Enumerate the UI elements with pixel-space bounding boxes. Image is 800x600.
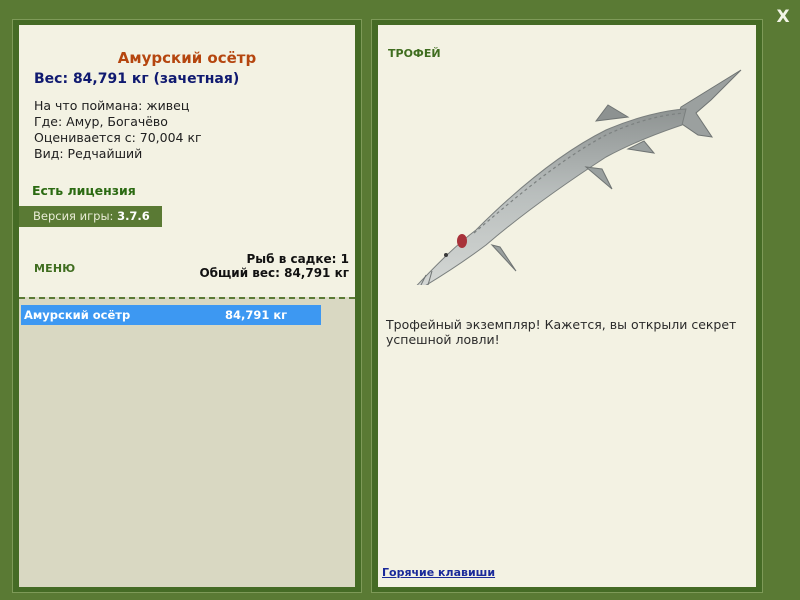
trophy-content: ТРОФЕЙ Трофейный экземпляр! Кажется, вы … — [378, 25, 756, 587]
keepnet-summary: Рыб в садке: 1 Общий вес: 84,791 кг — [199, 252, 349, 280]
catch-info-content: Амурский осётр Вес: 84,791 кг (зачетная)… — [19, 25, 355, 587]
trophy-label: ТРОФЕЙ — [388, 47, 441, 60]
keepnet-count: Рыб в садке: 1 — [246, 252, 350, 266]
hotkeys-link[interactable]: Горячие клавиши — [382, 566, 495, 579]
trophy-message: Трофейный экземпляр! Кажется, вы открыли… — [386, 317, 737, 347]
license-status: Есть лицензия — [32, 183, 136, 198]
game-screen: X Амурский осётр Вес: 84,791 кг (зачетна… — [0, 0, 800, 600]
catch-info-panel: Амурский осётр Вес: 84,791 кг (зачетная)… — [12, 19, 362, 593]
version-label: Версия игры: — [33, 209, 114, 223]
menu-button[interactable]: МЕНЮ — [34, 262, 75, 275]
fish-name: Амурский осётр — [117, 49, 257, 67]
list-item-name: Амурский осётр — [24, 308, 131, 322]
keepnet-list: Амурский осётр 84,791 кг — [19, 297, 355, 587]
location-info: Где: Амур, Богачёво — [34, 114, 168, 129]
version-value: 3.7.6 — [117, 209, 150, 223]
rating-info: Оценивается с: 70,004 кг — [34, 130, 202, 145]
keepnet-total-weight: Общий вес: 84,791 кг — [199, 266, 349, 280]
bait-info: На что поймана: живец — [34, 98, 190, 113]
fish-weight: Вес: 84,791 кг (зачетная) — [34, 71, 240, 87]
sturgeon-image — [416, 69, 742, 285]
version-badge: Версия игры: 3.7.6 — [19, 206, 162, 227]
keepnet-list-item[interactable]: Амурский осётр 84,791 кг — [21, 305, 321, 325]
close-button[interactable]: X — [772, 6, 794, 28]
trophy-panel: ТРОФЕЙ Трофейный экземпляр! Кажется, вы … — [371, 19, 763, 593]
list-item-weight: 84,791 кг — [225, 308, 288, 322]
species-type-info: Вид: Редчайший — [34, 146, 143, 161]
